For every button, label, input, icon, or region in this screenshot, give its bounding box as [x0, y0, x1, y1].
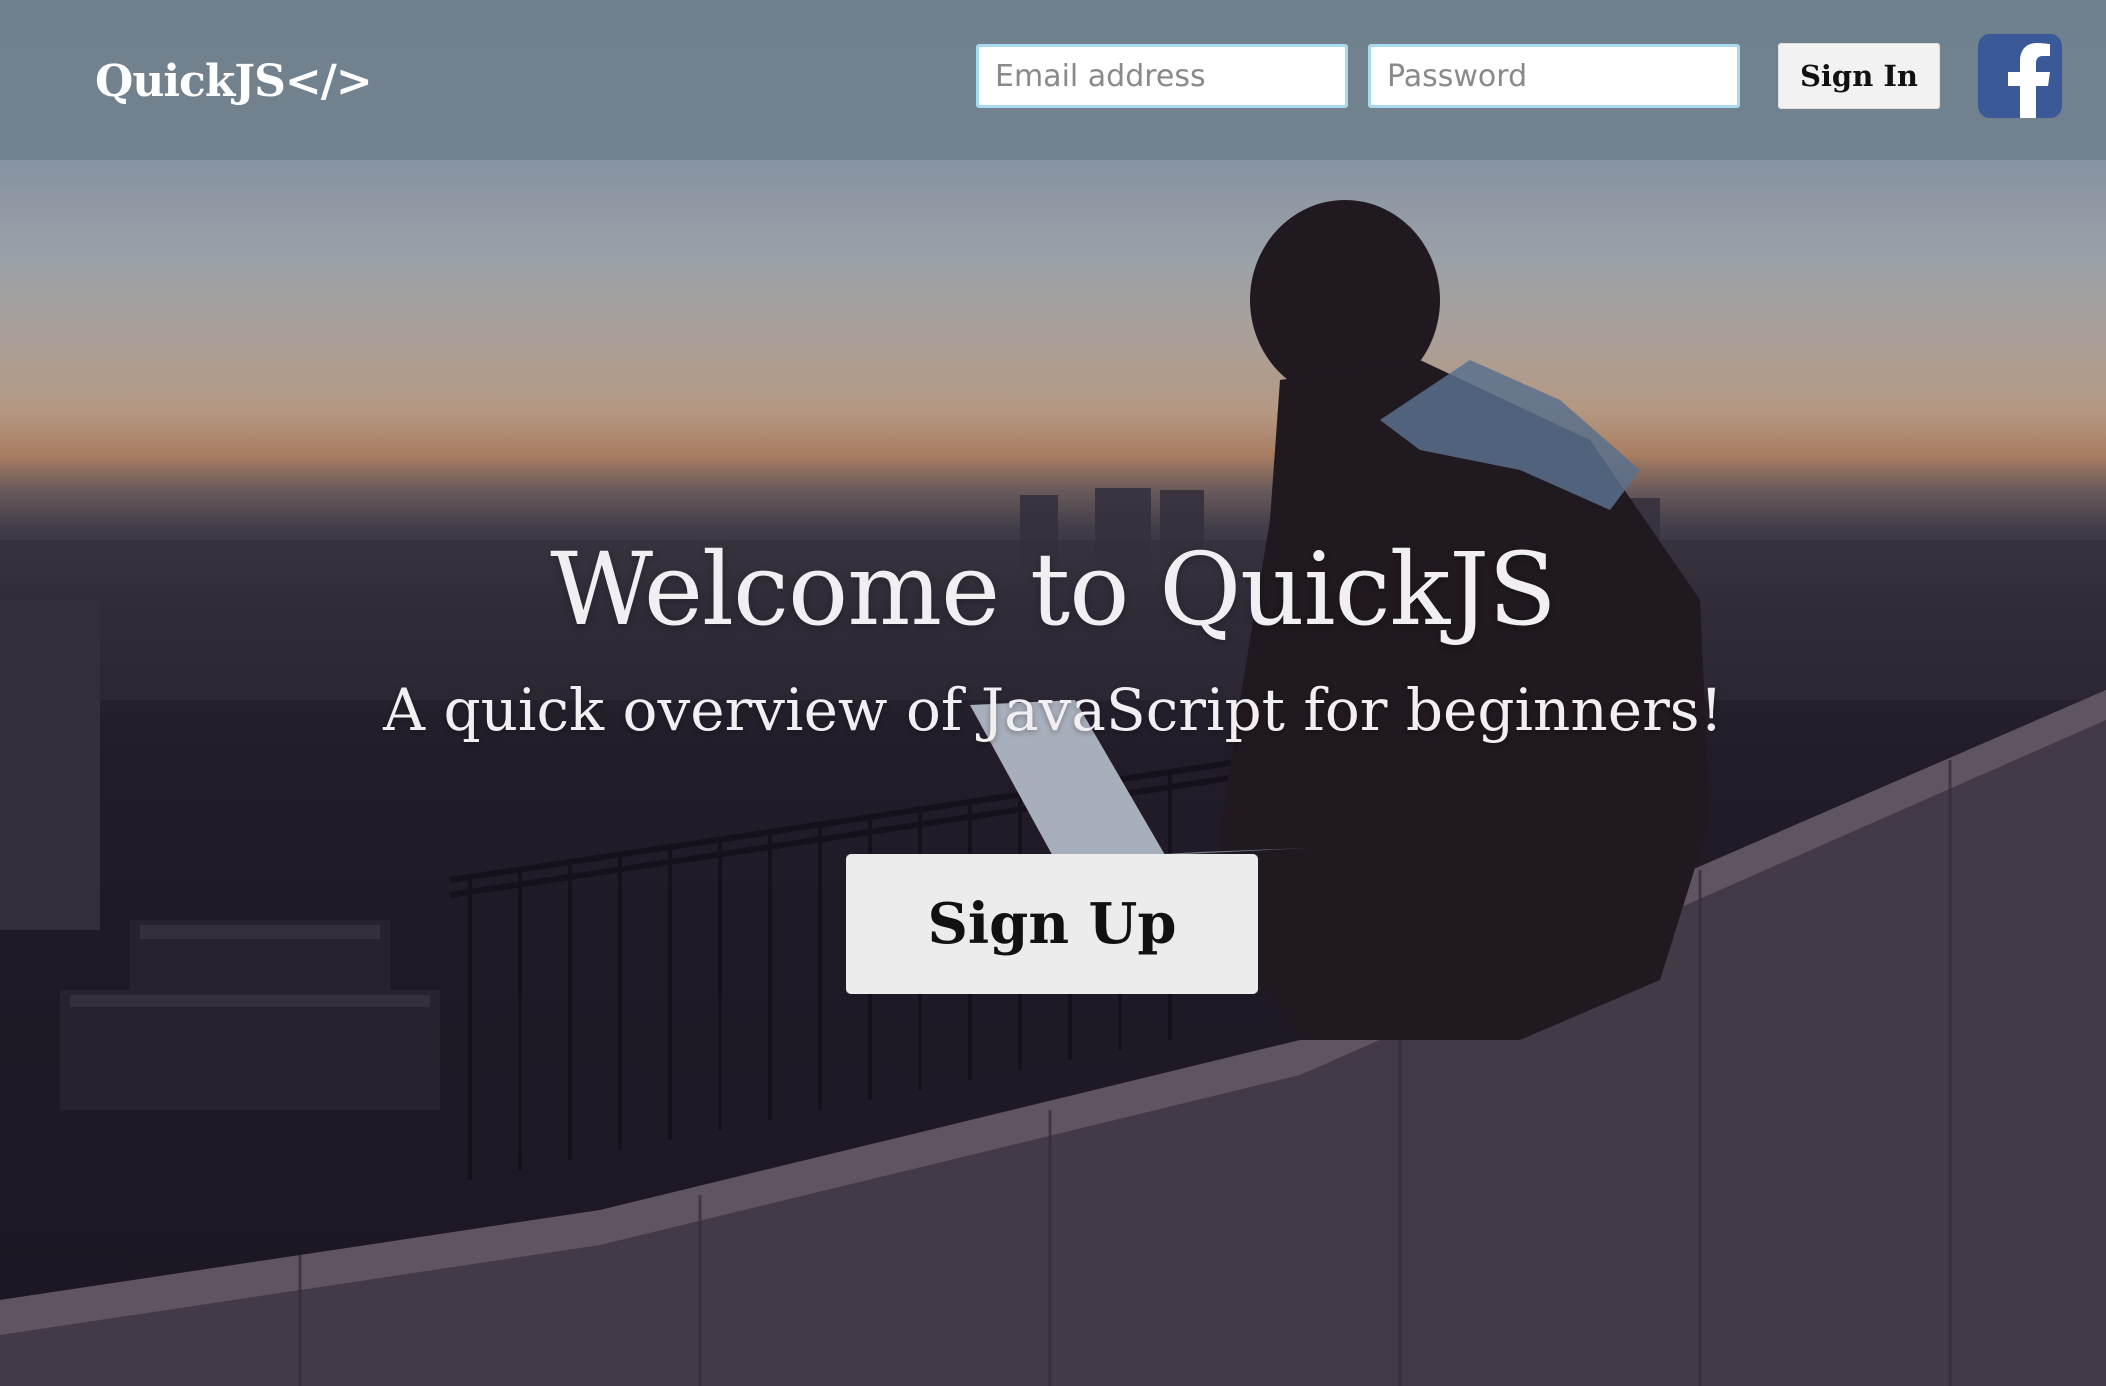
- hero-title: Welcome to QuickJS: [550, 531, 1557, 648]
- email-input[interactable]: [976, 44, 1348, 108]
- top-navbar: QuickJS</> Sign In: [0, 0, 2106, 160]
- landing-page: QuickJS</> Sign In Welcome to QuickJS A …: [0, 0, 2106, 1386]
- facebook-link[interactable]: [1978, 34, 2062, 118]
- facebook-icon: [1978, 34, 2062, 118]
- sign-up-button[interactable]: Sign Up: [846, 854, 1258, 994]
- sign-in-button[interactable]: Sign In: [1778, 43, 1940, 109]
- brand-logo[interactable]: QuickJS</>: [95, 50, 373, 114]
- password-input[interactable]: [1368, 44, 1740, 108]
- hero-subtitle: A quick overview of JavaScript for begin…: [383, 676, 1723, 744]
